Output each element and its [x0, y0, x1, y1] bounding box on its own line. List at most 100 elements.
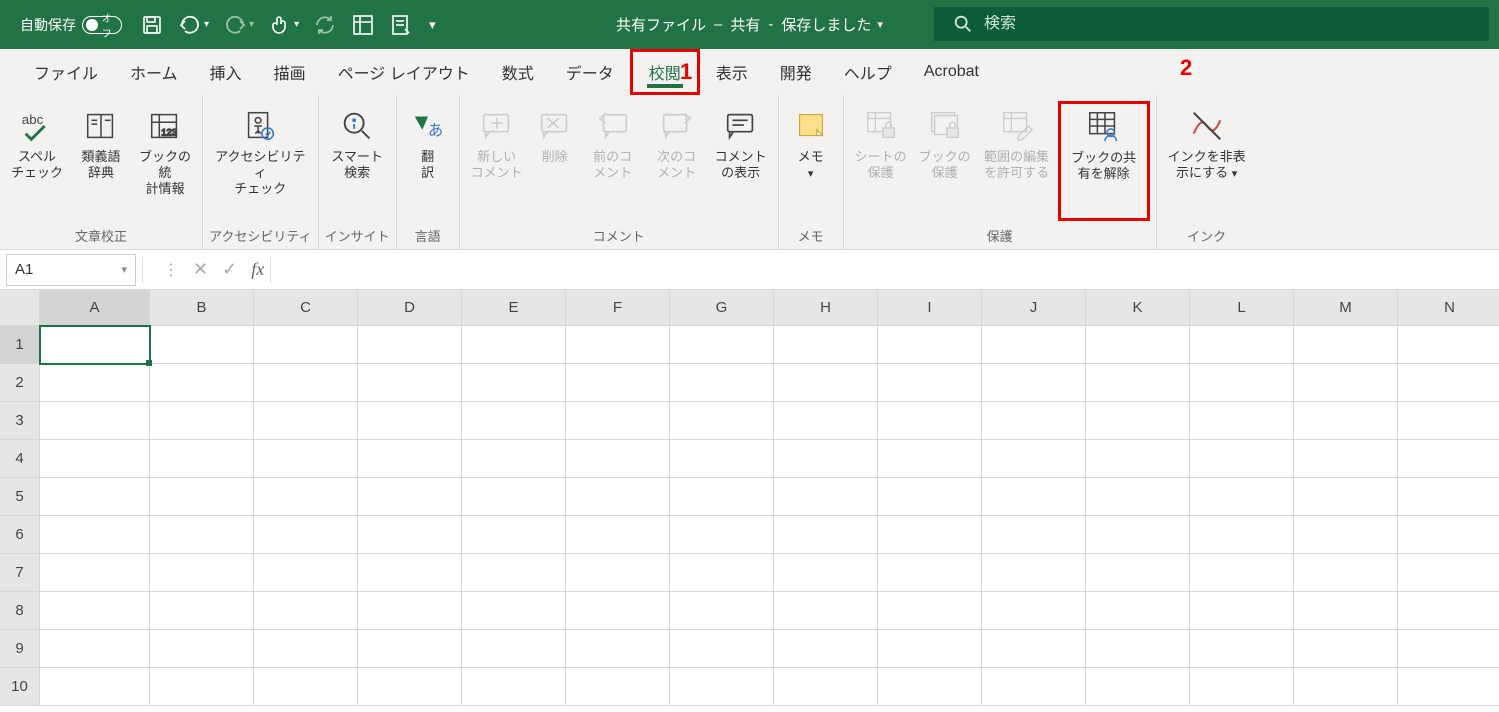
column-header[interactable]: F — [566, 290, 670, 326]
pivot-icon[interactable] — [351, 13, 375, 37]
cell[interactable] — [1086, 592, 1190, 630]
cell[interactable] — [462, 326, 566, 364]
autosave-toggle-area[interactable]: 自動保存 オフ — [20, 15, 122, 35]
save-status[interactable]: 保存しました — [781, 14, 871, 35]
cell[interactable] — [1398, 364, 1499, 402]
cell[interactable] — [1086, 478, 1190, 516]
cell[interactable] — [566, 478, 670, 516]
cell[interactable] — [1190, 364, 1294, 402]
cell[interactable] — [1190, 402, 1294, 440]
cell[interactable] — [254, 440, 358, 478]
cell[interactable] — [774, 478, 878, 516]
cell[interactable] — [40, 630, 150, 668]
cell[interactable] — [462, 402, 566, 440]
cell[interactable] — [670, 516, 774, 554]
cell[interactable] — [1294, 402, 1398, 440]
form-icon[interactable] — [389, 13, 413, 37]
cell[interactable] — [878, 554, 982, 592]
cell[interactable] — [1398, 668, 1499, 706]
search-box[interactable] — [934, 7, 1489, 41]
thesaurus-button[interactable]: 類義語 辞典 — [70, 101, 132, 181]
redo-button[interactable]: ▾ — [223, 13, 254, 37]
cell[interactable] — [462, 364, 566, 402]
column-header[interactable]: I — [878, 290, 982, 326]
fx-icon[interactable]: fx — [251, 259, 264, 280]
column-header[interactable]: L — [1190, 290, 1294, 326]
cell[interactable] — [1190, 516, 1294, 554]
cell[interactable] — [358, 592, 462, 630]
cell[interactable] — [982, 554, 1086, 592]
cell[interactable] — [1086, 554, 1190, 592]
cell[interactable] — [150, 592, 254, 630]
cell[interactable] — [670, 592, 774, 630]
row-header[interactable]: 1 — [0, 326, 40, 364]
cell[interactable] — [670, 440, 774, 478]
cell[interactable] — [462, 554, 566, 592]
row-header[interactable]: 6 — [0, 516, 40, 554]
cell[interactable] — [150, 326, 254, 364]
cell[interactable] — [40, 440, 150, 478]
cell[interactable] — [1086, 402, 1190, 440]
cell[interactable] — [566, 592, 670, 630]
column-header[interactable]: E — [462, 290, 566, 326]
cell[interactable] — [1398, 592, 1499, 630]
cell[interactable] — [566, 440, 670, 478]
cell[interactable] — [982, 668, 1086, 706]
translate-button[interactable]: あ 翻 訳 — [403, 101, 453, 181]
cell[interactable] — [774, 630, 878, 668]
cell[interactable] — [1398, 440, 1499, 478]
cell[interactable] — [670, 364, 774, 402]
cell[interactable] — [358, 554, 462, 592]
cell[interactable] — [566, 668, 670, 706]
cell[interactable] — [1086, 440, 1190, 478]
cell[interactable] — [982, 630, 1086, 668]
cell[interactable] — [982, 440, 1086, 478]
row-header[interactable]: 5 — [0, 478, 40, 516]
cell[interactable] — [40, 326, 150, 364]
cell[interactable] — [1294, 630, 1398, 668]
cell[interactable] — [1190, 668, 1294, 706]
qat-more[interactable]: ▾ — [427, 17, 436, 33]
cell[interactable] — [254, 554, 358, 592]
tab-data[interactable]: データ — [550, 49, 630, 95]
cell[interactable] — [670, 668, 774, 706]
tab-help[interactable]: ヘルプ — [828, 49, 908, 95]
cell[interactable] — [1398, 516, 1499, 554]
undo-button[interactable]: ▾ — [178, 13, 209, 37]
cell[interactable] — [40, 402, 150, 440]
cell[interactable] — [982, 516, 1086, 554]
unshare-workbook-button[interactable]: ブックの共 有を解除 — [1058, 101, 1150, 221]
cell[interactable] — [150, 554, 254, 592]
column-header[interactable]: J — [982, 290, 1086, 326]
cell[interactable] — [1294, 440, 1398, 478]
save-icon[interactable] — [140, 13, 164, 37]
cell[interactable] — [150, 402, 254, 440]
cell[interactable] — [1294, 668, 1398, 706]
tab-draw[interactable]: 描画 — [258, 49, 322, 95]
cell[interactable] — [1294, 326, 1398, 364]
cell[interactable] — [1190, 554, 1294, 592]
cell[interactable] — [40, 516, 150, 554]
cell[interactable] — [774, 516, 878, 554]
cell[interactable] — [1086, 364, 1190, 402]
cell[interactable] — [1086, 668, 1190, 706]
tab-formulas[interactable]: 数式 — [486, 49, 550, 95]
column-header[interactable]: C — [254, 290, 358, 326]
cell[interactable] — [150, 364, 254, 402]
cell[interactable] — [1086, 630, 1190, 668]
cell[interactable] — [670, 554, 774, 592]
notes-button[interactable]: メモ▾ — [785, 101, 837, 182]
cell[interactable] — [1190, 630, 1294, 668]
row-header[interactable]: 10 — [0, 668, 40, 706]
column-header[interactable]: G — [670, 290, 774, 326]
row-header[interactable]: 7 — [0, 554, 40, 592]
column-header[interactable]: D — [358, 290, 462, 326]
row-header[interactable]: 4 — [0, 440, 40, 478]
cell[interactable] — [878, 364, 982, 402]
cell[interactable] — [1294, 554, 1398, 592]
column-header[interactable]: K — [1086, 290, 1190, 326]
column-header[interactable]: A — [40, 290, 150, 326]
cell[interactable] — [1190, 326, 1294, 364]
cell[interactable] — [774, 592, 878, 630]
cell[interactable] — [878, 402, 982, 440]
